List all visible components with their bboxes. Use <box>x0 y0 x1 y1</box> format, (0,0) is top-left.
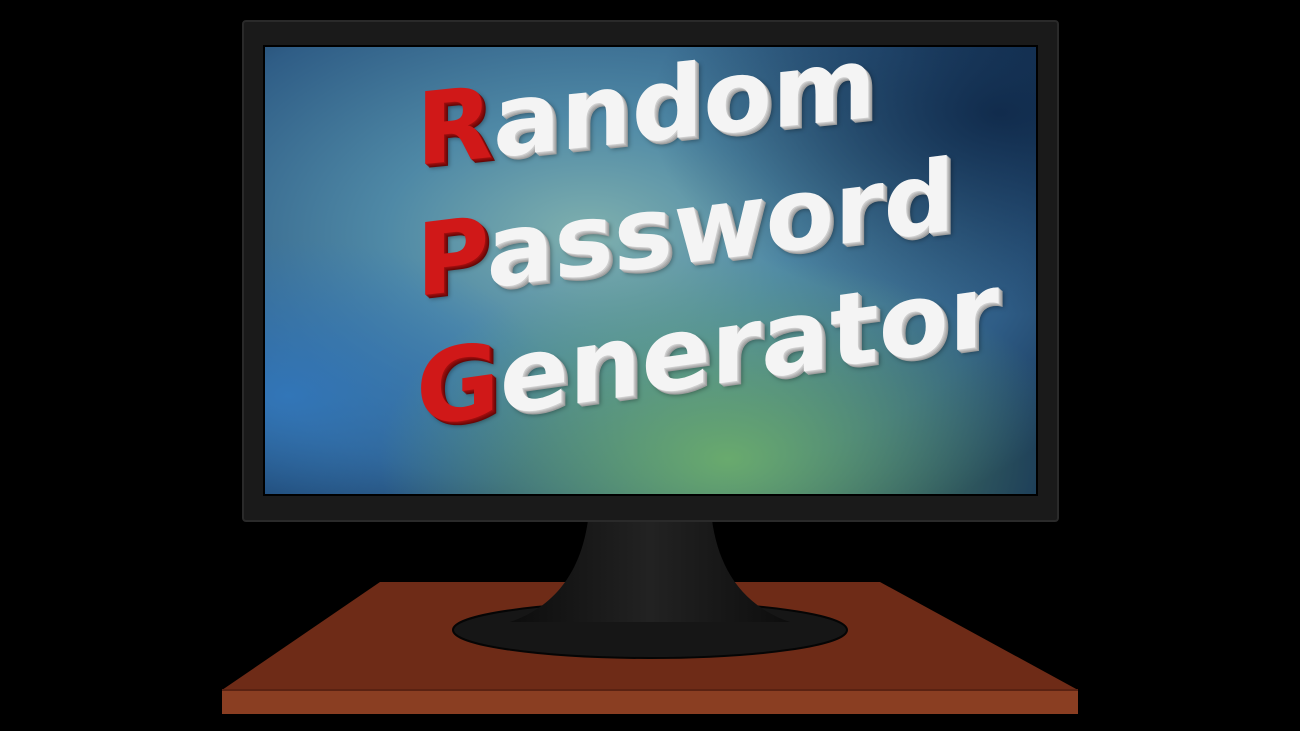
monitor <box>242 20 1059 522</box>
monitor-stand-neck <box>510 520 790 622</box>
monitor-illustration <box>222 20 1078 714</box>
desk-front-edge <box>222 690 1078 714</box>
